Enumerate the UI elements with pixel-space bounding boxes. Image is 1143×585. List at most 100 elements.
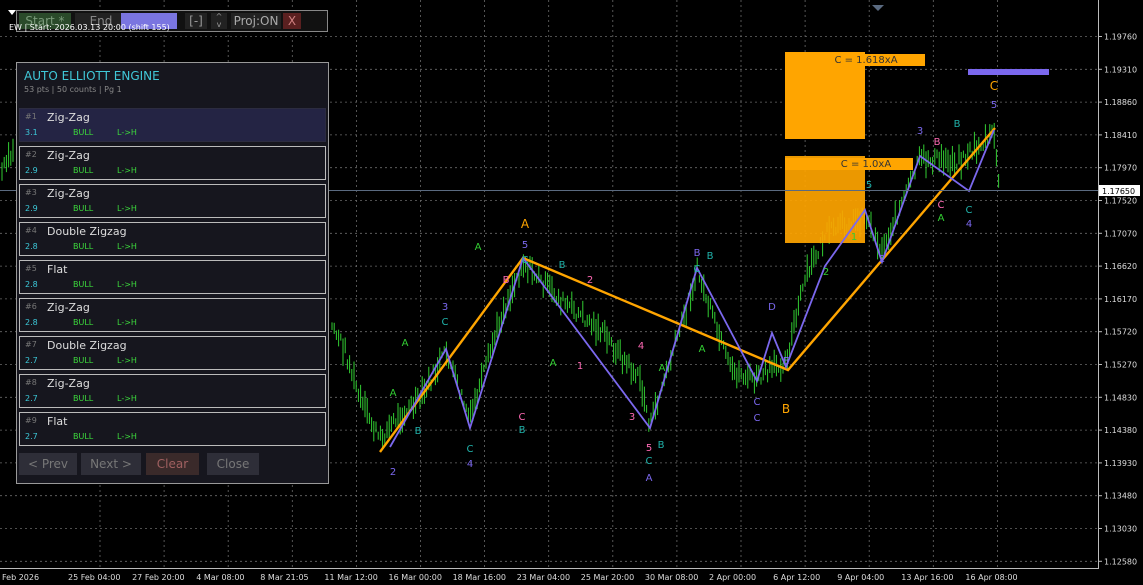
dropdown-arrow-icon[interactable] — [8, 10, 16, 15]
wave-label: 3 — [917, 126, 923, 137]
row-index: #6 — [25, 302, 37, 311]
row-arrow: L->H — [117, 280, 137, 289]
wave-label: A — [938, 213, 945, 224]
projection-line-purple — [968, 69, 1049, 75]
elliott-engine-panel: AUTO ELLIOTT ENGINE 53 pts | 50 counts |… — [16, 62, 329, 484]
wave-label: A — [699, 344, 706, 355]
count-row[interactable]: #3 Zig-Zag 2.9 BULL L->H — [19, 184, 326, 218]
time-label: 8 Mar 21:05 — [260, 573, 308, 582]
current-price-value: 1.17650 — [1102, 187, 1135, 196]
wave-label: 2 — [587, 275, 593, 286]
wave-label: 1 — [851, 232, 857, 243]
row-index: #1 — [25, 112, 37, 121]
count-row[interactable]: #4 Double Zigzag 2.8 BULL L->H — [19, 222, 326, 256]
row-index: #2 — [25, 150, 37, 159]
time-label: 4 Mar 08:00 — [196, 573, 244, 582]
projection-label-upper: C = 1.618xA — [834, 55, 897, 66]
row-direction: BULL — [73, 280, 94, 289]
wave-label: C — [467, 444, 474, 455]
row-pattern-name: Flat — [47, 415, 68, 428]
close-toolbar-button[interactable]: X — [283, 13, 301, 29]
row-pattern-name: Flat — [47, 263, 68, 276]
row-index: #5 — [25, 264, 37, 273]
time-label: 18 Mar 16:00 — [453, 573, 506, 582]
row-direction: BULL — [73, 394, 94, 403]
wave-label: A — [475, 242, 482, 253]
row-score: 3.1 — [25, 128, 38, 137]
row-score: 2.9 — [25, 204, 38, 213]
wave-label: 3 — [442, 302, 448, 313]
wave-label: 2 — [390, 467, 396, 478]
count-row[interactable]: #8 Zig-Zag 2.7 BULL L->H — [19, 374, 326, 408]
wave-label: C — [754, 397, 761, 408]
prev-page-button[interactable]: < Prev — [19, 453, 77, 475]
row-arrow: L->H — [117, 128, 137, 137]
close-panel-button[interactable]: Close — [207, 453, 259, 475]
time-label: 9 Apr 04:00 — [837, 573, 884, 582]
wave-label: C — [522, 255, 529, 266]
price-label: 1.18410 — [1104, 131, 1137, 140]
wave-label: B — [559, 260, 566, 271]
wave-label: 4 — [638, 341, 644, 352]
price-label: 1.13930 — [1104, 459, 1137, 468]
row-arrow: L->H — [117, 394, 137, 403]
price-label: 1.13480 — [1104, 492, 1137, 501]
wave-label: C — [646, 456, 653, 467]
wave-label: B — [694, 248, 701, 259]
count-row[interactable]: #9 Flat 2.7 BULL L->H — [19, 412, 326, 446]
price-label: 1.17520 — [1104, 197, 1137, 206]
row-index: #8 — [25, 378, 37, 387]
count-row[interactable]: #5 Flat 2.8 BULL L->H — [19, 260, 326, 294]
wave-label: D — [768, 302, 776, 313]
row-pattern-name: Zig-Zag — [47, 149, 90, 162]
price-label: 1.16620 — [1104, 262, 1137, 271]
up-down-button[interactable]: ^ v — [211, 13, 227, 29]
down-arrow-icon: v — [216, 20, 222, 29]
wave-label: 4 — [467, 459, 473, 470]
wave-label: C — [966, 205, 973, 216]
price-label: 1.14380 — [1104, 426, 1137, 435]
time-label: 13 Apr 16:00 — [901, 573, 953, 582]
row-direction: BULL — [73, 166, 94, 175]
wave-label: 3 — [629, 412, 635, 423]
wave-label: B — [658, 440, 665, 451]
row-arrow: L->H — [117, 432, 137, 441]
price-label: 1.18860 — [1104, 98, 1137, 107]
wave-label: 2 — [879, 254, 885, 265]
row-pattern-name: Zig-Zag — [47, 111, 90, 124]
wave-label: A — [390, 388, 397, 399]
next-page-button[interactable]: Next > — [81, 453, 141, 475]
wave-label: 4 — [966, 219, 972, 230]
row-score: 2.8 — [25, 242, 38, 251]
time-label: 27 Feb 20:00 — [132, 573, 184, 582]
count-row[interactable]: #2 Zig-Zag 2.9 BULL L->H — [19, 146, 326, 180]
wave-label: 2 — [823, 267, 829, 278]
row-pattern-name: Double Zigzag — [47, 225, 127, 238]
row-direction: BULL — [73, 356, 94, 365]
time-label: 23 Mar 04:00 — [517, 573, 570, 582]
wave-label: A — [521, 217, 530, 231]
projection-toggle-button[interactable]: Proj:ON — [231, 13, 281, 29]
wave-label: 5 — [646, 443, 652, 454]
panel-title: AUTO ELLIOTT ENGINE — [24, 69, 160, 83]
wave-label: C — [694, 264, 701, 275]
collapse-button[interactable]: [-] — [185, 13, 207, 29]
price-label: 1.17970 — [1104, 164, 1137, 173]
wave-label: 1 — [577, 361, 583, 372]
row-index: #7 — [25, 340, 37, 349]
count-row[interactable]: #1 Zig-Zag 3.1 BULL L->H — [19, 108, 326, 142]
projection-label-lower: C = 1.0xA — [841, 159, 892, 170]
wave-label: A — [646, 473, 653, 484]
wave-label: B — [415, 426, 422, 437]
wave-label: E — [783, 356, 789, 367]
time-label: Feb 2026 — [2, 573, 39, 582]
wave-label: C — [442, 317, 449, 328]
count-row[interactable]: #6 Zig-Zag 2.8 BULL L->H — [19, 298, 326, 332]
row-score: 2.8 — [25, 318, 38, 327]
count-row[interactable]: #7 Double Zigzag 2.7 BULL L->H — [19, 336, 326, 370]
row-pattern-name: Zig-Zag — [47, 301, 90, 314]
wave-label: B — [503, 275, 510, 286]
time-label: 25 Mar 20:00 — [581, 573, 634, 582]
row-score: 2.9 — [25, 166, 38, 175]
clear-button[interactable]: Clear — [146, 453, 199, 475]
